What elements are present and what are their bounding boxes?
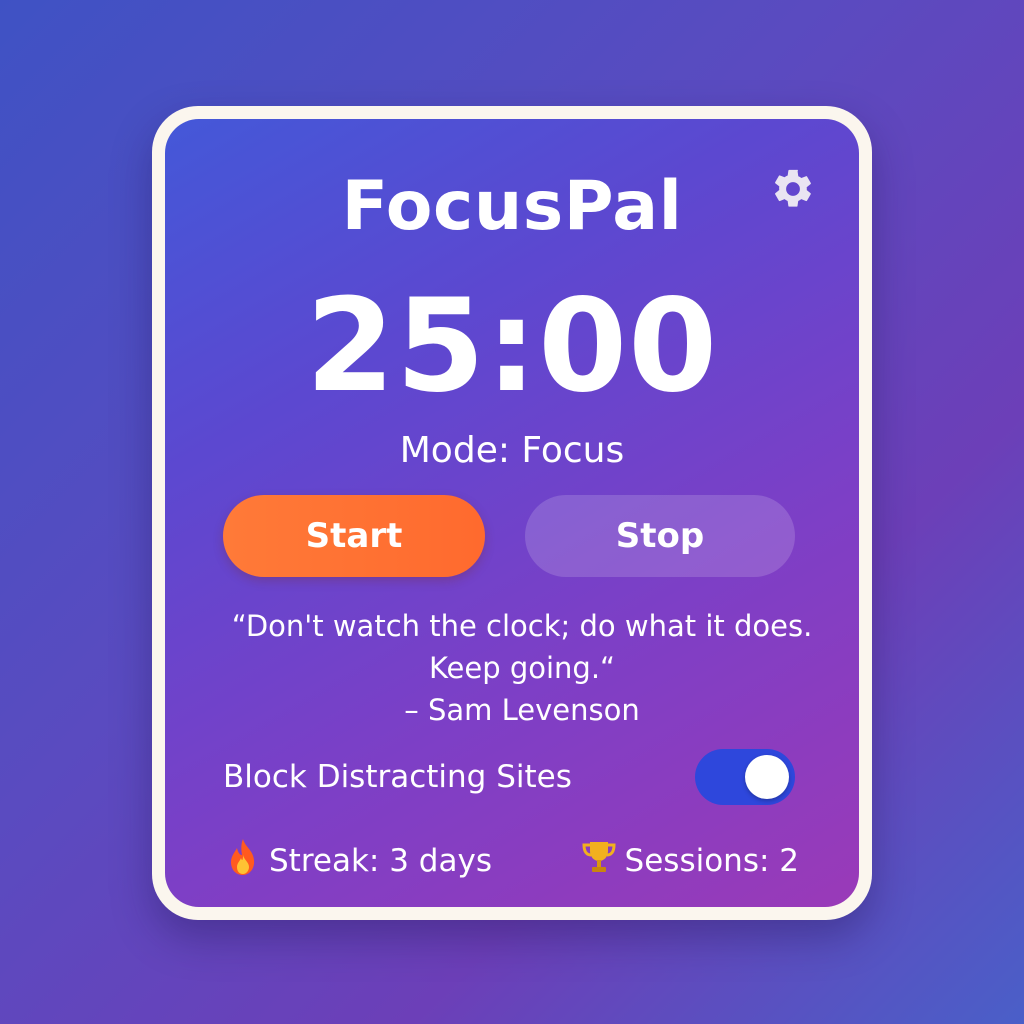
sessions-text: Sessions: 2: [624, 843, 799, 879]
block-sites-row: Block Distracting Sites: [223, 747, 795, 807]
quote-line-1: “Don't watch the clock; do what it does.: [231, 609, 813, 643]
stop-button[interactable]: Stop: [525, 495, 795, 577]
timer-display: 25:00: [305, 272, 719, 421]
app-title: FocusPal: [341, 167, 683, 246]
start-button[interactable]: Start: [223, 495, 485, 577]
quote-line-2: Keep going.“: [428, 651, 616, 685]
fire-icon: [223, 837, 269, 885]
block-sites-toggle[interactable]: [695, 749, 795, 805]
quote-author: – Sam Levenson: [404, 693, 640, 727]
streak-stat: Streak: 3 days: [223, 837, 492, 885]
gear-icon: [770, 166, 816, 216]
streak-text: Streak: 3 days: [269, 843, 492, 879]
stop-button-label: Stop: [615, 516, 705, 556]
focuspal-popup: FocusPal 25:00 Mode: Focus Start Stop “D…: [165, 119, 859, 907]
mode-label: Mode: Focus: [399, 430, 625, 471]
motivational-quote: “Don't watch the clock; do what it does.…: [205, 605, 839, 731]
start-button-label: Start: [305, 516, 403, 556]
trophy-icon: [579, 837, 625, 885]
sessions-stat: Sessions: 2: [579, 837, 799, 885]
toggle-knob: [745, 755, 789, 799]
settings-button[interactable]: [767, 165, 819, 217]
popup-frame: FocusPal 25:00 Mode: Focus Start Stop “D…: [152, 106, 872, 920]
block-sites-label: Block Distracting Sites: [223, 759, 572, 795]
stats-row: Streak: 3 days Sessions: 2: [223, 837, 799, 885]
